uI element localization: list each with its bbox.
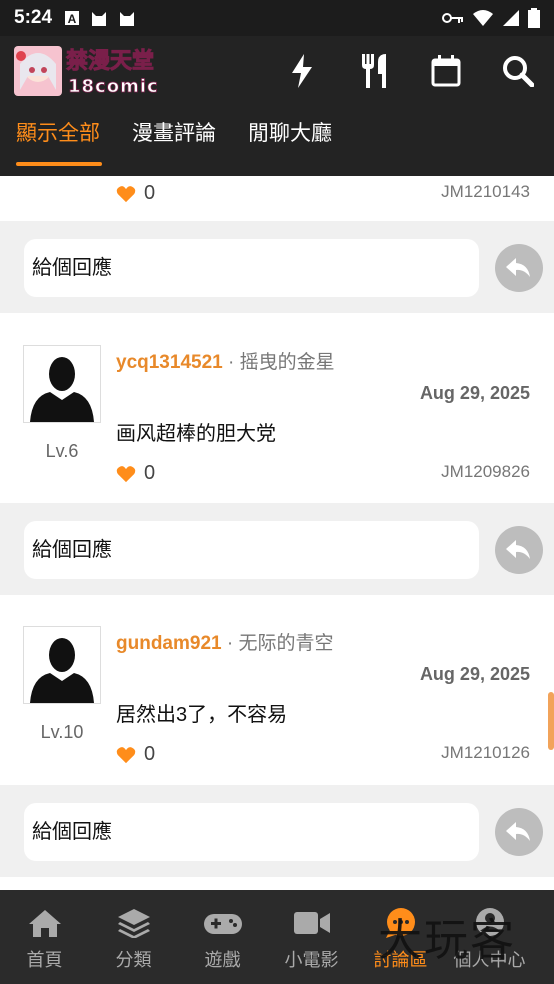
avatar[interactable]	[23, 345, 101, 423]
reply-row: 給個回應	[0, 785, 554, 877]
tab-show-all[interactable]: 顯示全部	[0, 116, 116, 166]
reply-button[interactable]	[495, 808, 543, 856]
username[interactable]: ycq1314521 · 摇曳的金星	[116, 347, 335, 374]
logo-title: 禁漫天堂	[66, 48, 154, 74]
status-time: 5:24	[14, 7, 53, 28]
logo-subtitle: 18comic	[68, 76, 159, 97]
user-level: Lv.6	[45, 441, 79, 461]
reply-icon	[506, 822, 530, 841]
user-silhouette-icon	[24, 627, 100, 703]
comment-card: Lv.10 gundam921 · 无际的青空 Aug 29, 2025 居然出…	[0, 595, 554, 785]
nav-categories[interactable]: 分類	[89, 890, 178, 984]
reply-row: 給個回應	[0, 503, 554, 595]
like-number: 0	[144, 182, 156, 204]
status-bar: 5:24 A	[0, 0, 554, 36]
reply-button[interactable]	[495, 526, 543, 574]
svg-text:A: A	[68, 12, 77, 26]
tab-chat-lobby[interactable]: 閒聊大廳	[232, 116, 348, 166]
nav-short-videos[interactable]: 小電影	[267, 890, 356, 984]
reply-input[interactable]: 給個回應	[24, 239, 479, 297]
heart-icon	[116, 465, 136, 482]
battery-icon	[528, 8, 540, 28]
jm-id[interactable]: JM1210126	[441, 743, 530, 763]
calendar-icon	[431, 55, 461, 87]
like-number: 0	[144, 462, 156, 484]
app-logo[interactable]: 禁漫天堂 18comic	[14, 46, 174, 98]
comment-text: 画风超棒的胆大党	[116, 423, 276, 445]
comment-card-partial	[0, 877, 554, 890]
user-title: · 无际的青空	[226, 633, 334, 654]
like-button[interactable]: 0	[116, 743, 155, 766]
scrollbar-thumb[interactable]	[548, 692, 554, 750]
user-title: · 摇曳的金星	[228, 352, 335, 373]
nav-label: 分類	[115, 950, 152, 970]
wifi-icon	[473, 10, 493, 26]
comment-card-partial: 0 JM1210143	[0, 176, 554, 221]
cat-notification-icon-2	[120, 12, 135, 26]
nav-label: 首頁	[26, 950, 63, 970]
nav-home[interactable]: 首頁	[0, 890, 89, 984]
reply-icon	[506, 540, 530, 559]
reply-row: 給個回應	[0, 221, 554, 313]
comment-text: 居然出3了，不容易	[116, 704, 288, 726]
jm-id[interactable]: JM1210143	[441, 182, 530, 202]
calendar-button[interactable]	[410, 50, 482, 92]
nav-label: 遊戲	[204, 950, 241, 970]
reply-input[interactable]: 給個回應	[24, 803, 479, 861]
search-icon	[503, 56, 534, 87]
username-text: ycq1314521	[116, 352, 223, 373]
avatar[interactable]	[23, 626, 101, 704]
username-text: gundam921	[116, 633, 222, 654]
home-icon	[28, 910, 61, 937]
comment-date: Aug 29, 2025	[419, 383, 530, 403]
app-header: 禁漫天堂 18comic 顯示全部 漫畫評論 閒聊大廳	[0, 36, 554, 176]
cat-notification-icon	[92, 12, 107, 26]
comment-list[interactable]: 0 JM1210143 給個回應 Lv.6 ycq1314521 · 摇曳的金星…	[0, 176, 554, 890]
heart-icon	[116, 746, 136, 763]
signal-icon	[503, 10, 519, 26]
restaurant-button[interactable]	[338, 50, 410, 92]
fork-knife-icon	[362, 54, 386, 88]
like-button[interactable]: 0	[116, 462, 155, 485]
username[interactable]: gundam921 · 无际的青空	[116, 628, 333, 655]
watermark-text: 大玩客	[378, 915, 516, 966]
jm-id[interactable]: JM1209826	[441, 462, 530, 482]
notification-a-icon: A	[65, 11, 80, 26]
forum-tabs: 顯示全部 漫畫評論 閒聊大廳	[0, 116, 348, 172]
tab-comic-reviews[interactable]: 漫畫評論	[116, 116, 232, 166]
flash-button[interactable]	[266, 50, 338, 92]
reply-icon	[506, 258, 530, 277]
reply-button[interactable]	[495, 244, 543, 292]
search-button[interactable]	[482, 50, 554, 92]
gamepad-icon	[203, 914, 242, 934]
comment-card: Lv.6 ycq1314521 · 摇曳的金星 Aug 29, 2025 画风超…	[0, 313, 554, 503]
vpn-key-icon	[442, 13, 463, 23]
user-silhouette-icon	[24, 346, 100, 422]
comment-date: Aug 29, 2025	[419, 664, 530, 684]
layers-icon	[117, 909, 150, 938]
lightning-icon	[292, 54, 312, 88]
video-icon	[293, 912, 330, 934]
nav-label: 小電影	[284, 950, 339, 970]
like-number: 0	[144, 743, 156, 765]
reply-input[interactable]: 給個回應	[24, 521, 479, 579]
user-level: Lv.10	[40, 722, 84, 742]
heart-icon	[116, 185, 136, 202]
nav-games[interactable]: 遊戲	[178, 890, 267, 984]
like-count[interactable]: 0	[116, 182, 155, 205]
